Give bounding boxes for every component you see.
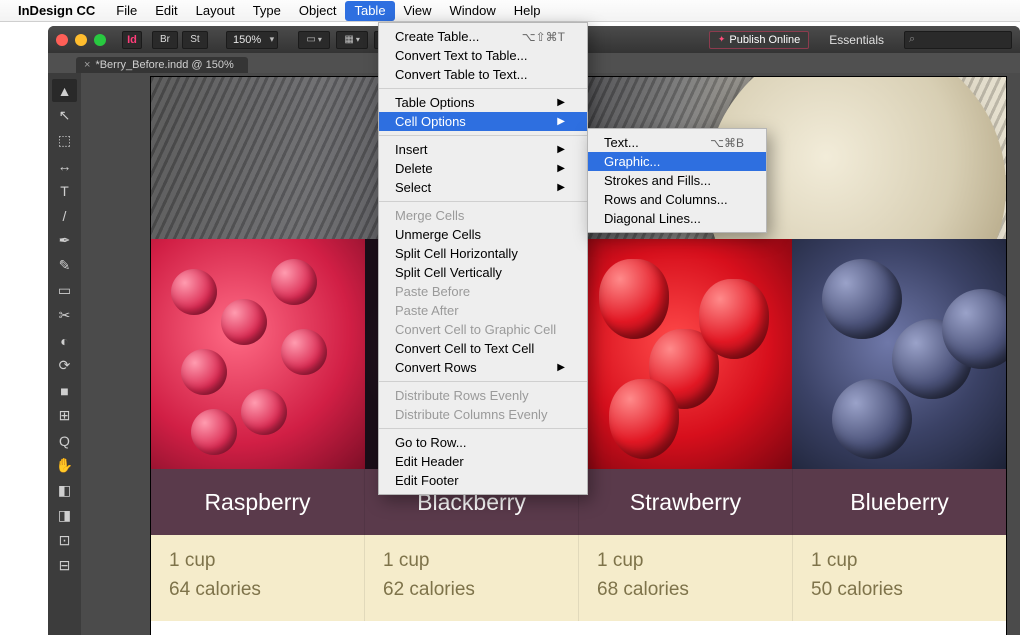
zoom-window-icon[interactable] <box>94 34 106 46</box>
photo-blueberry <box>792 239 1006 469</box>
menu-layout[interactable]: Layout <box>187 1 244 21</box>
menu-item-paste-before: Paste Before <box>379 282 587 301</box>
menu-item-graphic-[interactable]: Graphic... <box>588 152 766 171</box>
menu-item-convert-cell-to-graphic-cell: Convert Cell to Graphic Cell <box>379 320 587 339</box>
menu-item-split-cell-horizontally[interactable]: Split Cell Horizontally <box>379 244 587 263</box>
label-strawberry: Strawberry <box>578 469 792 535</box>
tool-6[interactable]: ✒ <box>52 229 77 252</box>
mac-menubar: InDesign CC File Edit Layout Type Object… <box>0 0 1020 22</box>
menu-item-edit-footer[interactable]: Edit Footer <box>379 471 587 490</box>
menu-item-strokes-and-fills-[interactable]: Strokes and Fills... <box>588 171 766 190</box>
menu-item-select[interactable]: Select▶ <box>379 178 587 197</box>
publish-icon: ✦ <box>718 34 726 45</box>
tool-13[interactable]: ⊞ <box>52 404 77 427</box>
label-blueberry: Blueberry <box>792 469 1006 535</box>
cell-options-submenu: Text...⌥⌘BGraphic...Strokes and Fills...… <box>587 128 767 233</box>
menu-item-distribute-columns-evenly: Distribute Columns Evenly <box>379 405 587 424</box>
menu-item-split-cell-vertically[interactable]: Split Cell Vertically <box>379 263 587 282</box>
tool-9[interactable]: ✂ <box>52 304 77 327</box>
document-tab-label: *Berry_Before.indd @ 150% <box>95 59 233 71</box>
tool-panel: ▲↖⬚↔T/✒✎▭✂◐⟳■⊞Q✋◧◨⊡⊟ <box>48 73 81 635</box>
photo-raspberry <box>151 239 365 469</box>
menu-edit[interactable]: Edit <box>146 1 186 21</box>
menu-table[interactable]: Table <box>345 1 394 21</box>
menu-item-convert-table-to-text-[interactable]: Convert Table to Text... <box>379 65 587 84</box>
publish-label: Publish Online <box>729 34 800 46</box>
menu-item-cell-options[interactable]: Cell Options▶ <box>379 112 587 131</box>
menu-item-diagonal-lines-[interactable]: Diagonal Lines... <box>588 209 766 228</box>
menu-item-rows-and-columns-[interactable]: Rows and Columns... <box>588 190 766 209</box>
traffic-lights[interactable] <box>56 34 106 46</box>
menu-object[interactable]: Object <box>290 1 346 21</box>
menu-item-convert-cell-to-text-cell[interactable]: Convert Cell to Text Cell <box>379 339 587 358</box>
control-dropdown-1[interactable]: ▭ <box>298 31 330 49</box>
close-tab-icon[interactable]: × <box>84 59 90 71</box>
menu-item-edit-header[interactable]: Edit Header <box>379 452 587 471</box>
menu-item-merge-cells: Merge Cells <box>379 206 587 225</box>
tool-10[interactable]: ◐ <box>52 329 77 352</box>
menu-type[interactable]: Type <box>244 1 290 21</box>
menu-file[interactable]: File <box>107 1 146 21</box>
cal-blackberry: 1 cup62 calories <box>364 535 578 621</box>
cal-strawberry: 1 cup68 calories <box>578 535 792 621</box>
workspace-switcher[interactable]: Essentials <box>829 33 884 47</box>
tool-1[interactable]: ↖ <box>52 104 77 127</box>
control-dropdown-2[interactable]: ▦ <box>336 31 368 49</box>
bridge-button[interactable]: Br <box>152 31 178 49</box>
tool-7[interactable]: ✎ <box>52 254 77 277</box>
menu-item-table-options[interactable]: Table Options▶ <box>379 93 587 112</box>
zoom-level-combo[interactable]: 150% <box>226 31 278 49</box>
tool-14[interactable]: Q <box>52 429 77 452</box>
tool-18[interactable]: ⊡ <box>52 529 77 552</box>
close-window-icon[interactable] <box>56 34 68 46</box>
menu-item-paste-after: Paste After <box>379 301 587 320</box>
cal-blueberry: 1 cup50 calories <box>792 535 1006 621</box>
tool-16[interactable]: ◧ <box>52 479 77 502</box>
menu-item-convert-text-to-table-[interactable]: Convert Text to Table... <box>379 46 587 65</box>
tool-5[interactable]: / <box>52 204 77 227</box>
tool-19[interactable]: ⊟ <box>52 554 77 577</box>
menu-item-text-[interactable]: Text...⌥⌘B <box>588 133 766 152</box>
minimize-window-icon[interactable] <box>75 34 87 46</box>
tool-2[interactable]: ⬚ <box>52 129 77 152</box>
menu-item-convert-rows[interactable]: Convert Rows▶ <box>379 358 587 377</box>
indesign-badge-icon: Id <box>122 31 142 49</box>
cal-raspberry: 1 cup64 calories <box>151 535 364 621</box>
app-name: InDesign CC <box>18 3 95 18</box>
search-icon: ⌕ <box>909 33 915 46</box>
table-menu-dropdown: Create Table...⌥⇧⌘TConvert Text to Table… <box>378 22 588 495</box>
document-tab[interactable]: × *Berry_Before.indd @ 150% <box>76 57 248 73</box>
tool-0[interactable]: ▲ <box>52 79 77 102</box>
menu-item-unmerge-cells[interactable]: Unmerge Cells <box>379 225 587 244</box>
menu-help[interactable]: Help <box>505 1 550 21</box>
menu-item-insert[interactable]: Insert▶ <box>379 140 587 159</box>
search-input[interactable]: ⌕ <box>904 31 1012 49</box>
menu-item-create-table-[interactable]: Create Table...⌥⇧⌘T <box>379 27 587 46</box>
tool-15[interactable]: ✋ <box>52 454 77 477</box>
menu-item-delete[interactable]: Delete▶ <box>379 159 587 178</box>
publish-online-button[interactable]: ✦ Publish Online <box>709 31 809 49</box>
menu-view[interactable]: View <box>395 1 441 21</box>
tool-4[interactable]: T <box>52 179 77 202</box>
photo-strawberry <box>579 239 793 469</box>
tool-8[interactable]: ▭ <box>52 279 77 302</box>
menu-item-distribute-rows-evenly: Distribute Rows Evenly <box>379 386 587 405</box>
tool-11[interactable]: ⟳ <box>52 354 77 377</box>
menu-item-go-to-row-[interactable]: Go to Row... <box>379 433 587 452</box>
calorie-row: 1 cup64 calories 1 cup62 calories 1 cup6… <box>151 535 1006 621</box>
label-raspberry: Raspberry <box>151 469 364 535</box>
tool-17[interactable]: ◨ <box>52 504 77 527</box>
tool-12[interactable]: ■ <box>52 379 77 402</box>
menu-window[interactable]: Window <box>441 1 505 21</box>
stock-button[interactable]: St <box>182 31 208 49</box>
tool-3[interactable]: ↔ <box>52 154 77 177</box>
